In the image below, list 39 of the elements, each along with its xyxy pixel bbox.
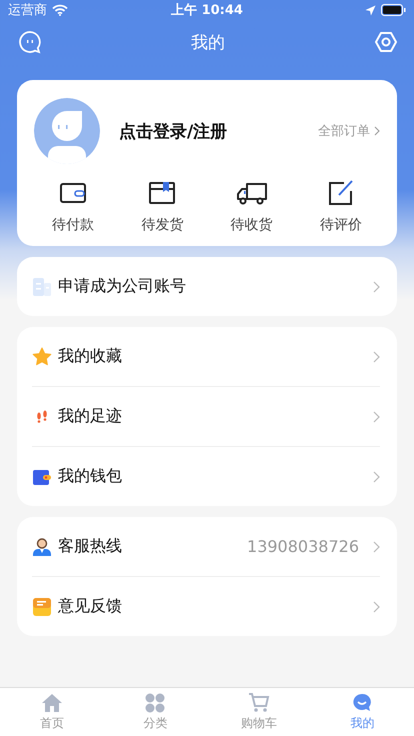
wallet-icon [60, 180, 86, 206]
order-status-button[interactable]: 待付款 [42, 180, 104, 234]
settings-icon[interactable] [374, 30, 398, 54]
status-time: 上午 10:44 [171, 2, 243, 19]
order-status-button[interactable]: 待发货 [131, 180, 194, 234]
location-icon [365, 4, 376, 16]
chevron-right-icon [373, 540, 380, 552]
building-icon [32, 276, 52, 296]
menu-item[interactable]: 我的收藏 [32, 327, 380, 386]
feedback-icon [32, 596, 52, 616]
star-icon [32, 346, 52, 366]
chevron-right-icon [373, 600, 380, 612]
battery-icon [381, 4, 406, 16]
page-title: 我的 [191, 32, 225, 54]
edit-icon [328, 180, 354, 206]
menu-item[interactable]: 我的钱包 [32, 446, 380, 506]
menu-item[interactable]: 客服热线 13908038726 [32, 517, 380, 576]
chevron-right-icon [373, 280, 380, 292]
carrier-name: 运营商 [8, 2, 47, 19]
menu-item[interactable]: 我的足迹 [32, 386, 380, 446]
wifi-icon [52, 4, 68, 16]
menu-item[interactable]: 申请成为公司账号 [32, 257, 380, 316]
agent-icon [32, 536, 52, 556]
truck-icon [236, 180, 268, 206]
home-icon [40, 692, 63, 712]
chevron-right-icon [373, 350, 380, 362]
chat-bubble-icon [352, 692, 372, 712]
category-icon [145, 692, 166, 712]
chat-icon[interactable] [18, 30, 42, 54]
avatar-icon[interactable] [34, 98, 100, 164]
order-status-button[interactable]: 待收货 [220, 180, 283, 234]
chevron-right-icon [373, 470, 380, 482]
cart-icon [248, 692, 270, 712]
chevron-right-icon [373, 410, 380, 422]
login-link[interactable]: 点击登录/注册 [119, 120, 318, 142]
menu-item[interactable]: 意见反馈 [32, 576, 380, 636]
box-icon [149, 180, 176, 206]
chevron-right-icon [374, 126, 380, 136]
order-status-button[interactable]: 待评价 [310, 180, 372, 234]
